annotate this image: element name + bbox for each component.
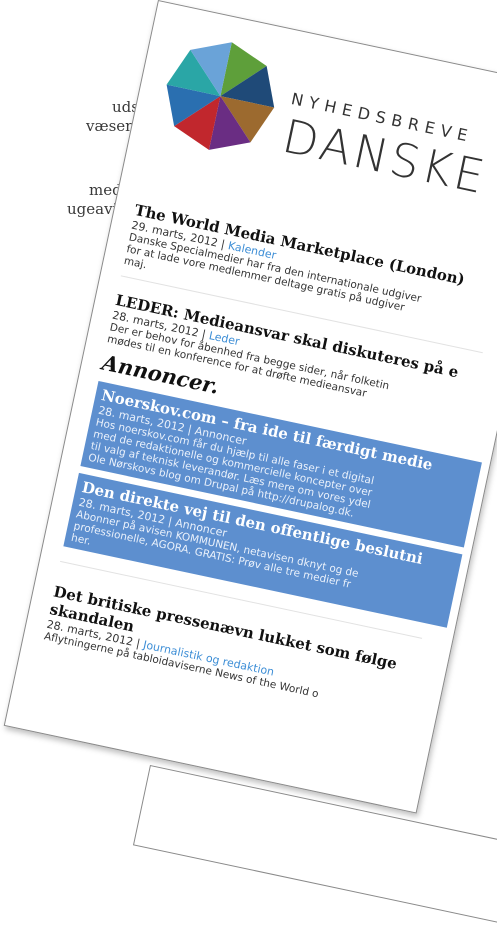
- umbrella-logo-icon: [166, 42, 275, 150]
- meta-separator: |: [200, 327, 208, 342]
- meta-separator: |: [134, 636, 142, 651]
- newsletter-sheet: NYHEDSBREVE DANSKE The World Media Marke…: [3, 0, 497, 814]
- meta-separator: |: [219, 237, 227, 252]
- logo: [149, 25, 291, 167]
